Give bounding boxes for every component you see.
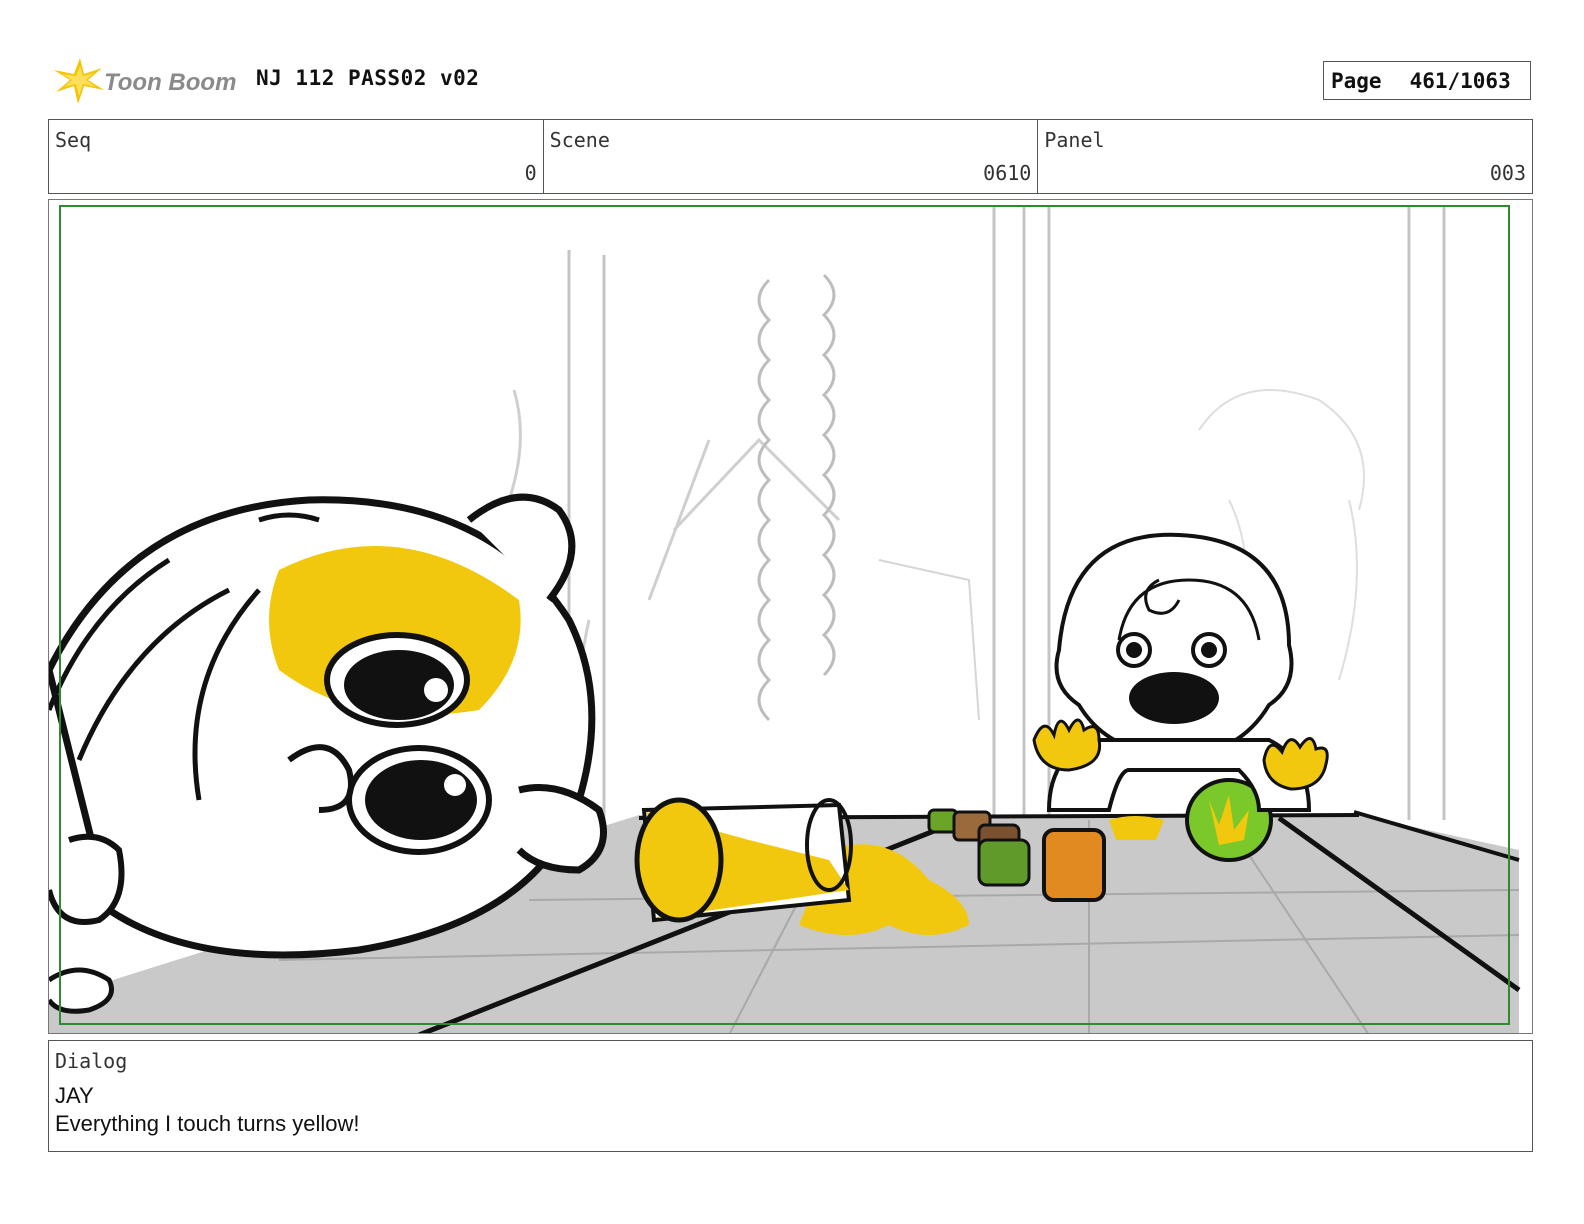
panel-value: 003 — [1489, 161, 1527, 185]
scene-value: 0610 — [983, 161, 1032, 185]
panel-drawing — [49, 205, 1521, 1033]
dialog-line: Everything I touch turns yellow! — [55, 1111, 360, 1136]
garland-sketch — [757, 273, 836, 722]
panel-label: Panel — [1044, 128, 1105, 152]
page-indicator: Page 461/1063 — [1323, 61, 1531, 100]
dialog-label: Dialog — [55, 1049, 128, 1073]
scene-cell: Scene 0610 — [544, 120, 1039, 193]
page-number: 461/1063 — [1409, 68, 1511, 93]
storyboard-panel — [48, 199, 1533, 1034]
yellow-handprint — [1109, 816, 1164, 840]
seq-label: Seq — [55, 128, 92, 152]
project-title: NJ 112 PASS02 v02 — [256, 66, 480, 90]
toon-boom-logo: Toon Boom — [50, 50, 240, 110]
seq-cell: Seq 0 — [49, 120, 544, 193]
page-label: Page — [1331, 68, 1382, 93]
storyboard-page: Toon Boom NJ 112 PASS02 v02 Page 461/106… — [0, 0, 1584, 1224]
starburst-icon — [54, 58, 104, 104]
scene-label: Scene — [549, 128, 610, 152]
dialog-box: Dialog JAY Everything I touch turns yell… — [48, 1040, 1533, 1152]
seq-value: 0 — [524, 161, 537, 185]
panel-cell: Panel 003 — [1038, 120, 1532, 193]
tipped-glass — [634, 797, 853, 923]
scared-child — [1032, 532, 1329, 812]
shot-info-row: Seq 0 Scene 0610 Panel 003 — [48, 119, 1533, 194]
logo-text: Toon Boom — [104, 69, 236, 96]
dialog-character-name: JAY — [55, 1083, 94, 1108]
